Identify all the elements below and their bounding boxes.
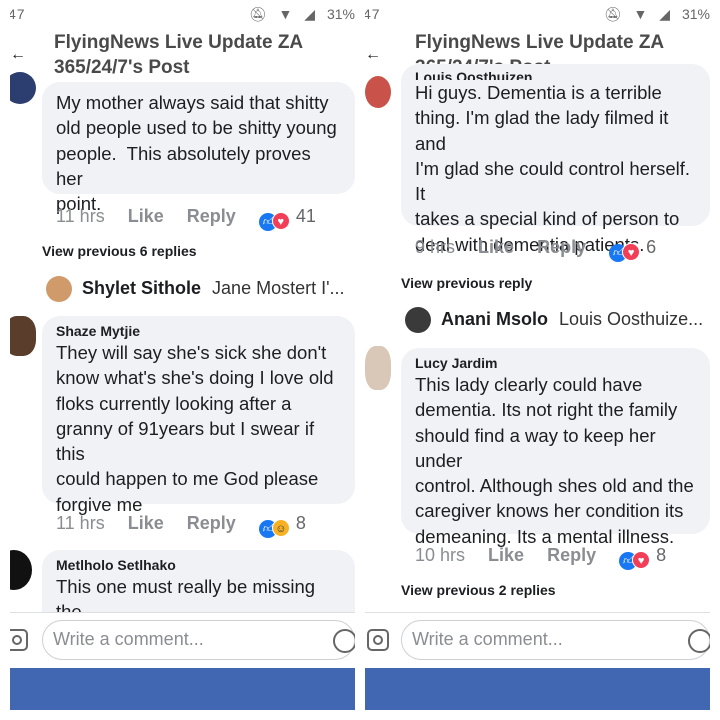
signal-icon: ◢ — [659, 6, 671, 22]
reactions[interactable]: 👍︎ ♥ 8 — [619, 545, 666, 570]
reply-button[interactable]: Reply — [547, 545, 596, 566]
back-button[interactable]: ← — [10, 46, 26, 64]
avatar[interactable] — [10, 550, 32, 590]
love-reaction-icon: ♥ — [632, 551, 651, 569]
status-time: 47 — [10, 6, 26, 22]
comment-bubble: Louis Oosthuizen Hi guys. Dementia is a … — [401, 64, 710, 255]
like-button[interactable]: Like — [478, 237, 514, 258]
title-line-1: FlyingNews Live Update ZA — [54, 32, 304, 53]
comment-text: My mother always said that shitty old pe… — [56, 92, 337, 215]
comment-composer: Write a comment... — [10, 613, 355, 668]
comment-text: They will say she's sick she don't know … — [56, 342, 334, 515]
avatar[interactable] — [365, 346, 391, 390]
page-title: FlyingNews Live Update ZA 365/24/7's Pos… — [54, 30, 303, 80]
love-reaction-icon: ♥ — [271, 212, 290, 230]
wifi-icon: ▼ — [633, 6, 648, 22]
comment-author[interactable]: Lucy Jardim — [415, 354, 696, 372]
like-button[interactable]: Like — [128, 206, 164, 227]
left-screenshot-panel: 47 🔕︎ ▼ ◢ 31% ← FlyingNews Live Update Z… — [10, 0, 355, 720]
battery-text: 31% — [681, 6, 710, 22]
comment-author[interactable]: Shaze Mytjie — [56, 322, 341, 340]
comment-time: 11 hrs — [56, 206, 105, 226]
post-header: ← FlyingNews Live Update ZA 365/24/7's P… — [10, 28, 355, 80]
comment-input[interactable]: Write a comment... — [42, 620, 355, 660]
haha-reaction-icon: ☺ — [271, 519, 290, 537]
comment-actions: 11 hrs Like Reply 👍︎ ☺ 8 — [56, 513, 312, 538]
reply-author: Anani Msolo Louis Oosthuize... — [441, 309, 703, 330]
view-previous-replies[interactable]: View previous 6 replies — [42, 243, 197, 259]
comment-time: 10 hrs — [415, 545, 466, 565]
comment-text: This lady clearly could have dementia. I… — [415, 374, 694, 547]
reaction-count: 41 — [295, 206, 316, 226]
title-line-2: 365/24/7's Post — [54, 57, 190, 78]
reaction-count: 8 — [295, 513, 306, 533]
comment-composer: Write a comment... — [365, 613, 710, 668]
comment-bubble: My mother always said that shitty old pe… — [42, 82, 355, 214]
camera-icon[interactable] — [10, 629, 28, 651]
reply-author: Shylet Sithole Jane Mostert I'... — [82, 278, 345, 299]
reaction-count: 8 — [656, 545, 667, 565]
reaction-count: 6 — [646, 237, 657, 257]
comment-author[interactable]: Metlholo Setlhako — [56, 556, 341, 574]
avatar[interactable] — [365, 76, 391, 108]
reactions[interactable]: 👍︎ ☺ 8 — [258, 513, 306, 538]
comment-time: 9 hrs — [415, 237, 456, 257]
reply-button[interactable]: Reply — [187, 513, 236, 534]
mute-icon: 🔕︎ — [603, 6, 622, 22]
status-bar: 47 🔕︎ ▼ ◢ 31% — [10, 0, 355, 30]
comment-author[interactable]: Louis Oosthuizen — [415, 68, 696, 80]
bottom-bar — [365, 668, 710, 710]
view-previous-replies[interactable]: View previous 2 replies — [401, 582, 556, 598]
status-time: 47 — [365, 6, 381, 22]
reactions[interactable]: 👍︎ ♥ 6 — [609, 237, 656, 262]
comment-bubble: Lucy Jardim This lady clearly could have… — [401, 348, 710, 547]
title-line-1: FlyingNews Live Update ZA — [415, 32, 665, 53]
status-bar: 47 🔕︎ ▼ ◢ 31% — [365, 0, 710, 30]
camera-icon[interactable] — [367, 629, 389, 651]
reply-button[interactable]: Reply — [537, 237, 586, 258]
comment-bubble: Shaze Mytjie They will say she's sick sh… — [42, 316, 355, 515]
bottom-bar — [10, 668, 355, 710]
comment-actions: 10 hrs Like Reply 👍︎ ♥ 8 — [415, 545, 672, 570]
emoji-icon[interactable] — [688, 629, 710, 653]
reply-preview-row[interactable]: Shylet Sithole Jane Mostert I'... — [46, 274, 355, 304]
comment-actions: 11 hrs Like Reply 👍︎ ♥ 41 — [56, 206, 322, 231]
avatar[interactable] — [10, 316, 36, 356]
reply-preview-text: Louis Oosthuize... — [559, 309, 704, 329]
mute-icon: 🔕︎ — [248, 6, 267, 22]
reply-author-name: Shylet Sithole — [82, 278, 202, 298]
comment-text: Hi guys. Dementia is a terrible thing. I… — [415, 82, 691, 255]
reply-author-name: Anani Msolo — [441, 309, 548, 329]
avatar — [405, 307, 431, 333]
back-button[interactable]: ← — [365, 46, 381, 64]
comment-actions: 9 hrs Like Reply 👍︎ ♥ 6 — [415, 237, 662, 262]
right-screenshot-panel: 47 🔕︎ ▼ ◢ 31% ← FlyingNews Live Update Z… — [365, 0, 710, 720]
avatar[interactable] — [10, 72, 36, 104]
emoji-icon[interactable] — [333, 629, 355, 653]
reply-preview-text: Jane Mostert I'... — [212, 278, 345, 298]
like-button[interactable]: Like — [128, 513, 164, 534]
reply-button[interactable]: Reply — [187, 206, 236, 227]
comment-time: 11 hrs — [56, 513, 105, 533]
reactions[interactable]: 👍︎ ♥ 41 — [258, 206, 316, 231]
status-right: 🔕︎ ▼ ◢ 31% — [604, 6, 710, 23]
like-button[interactable]: Like — [488, 545, 524, 566]
status-right: 🔕︎ ▼ ◢ 31% — [249, 6, 355, 23]
battery-text: 31% — [326, 6, 355, 22]
signal-icon: ◢ — [304, 6, 316, 22]
view-previous-replies[interactable]: View previous reply — [401, 275, 532, 291]
avatar — [46, 276, 72, 302]
comment-input[interactable]: Write a comment... — [401, 620, 710, 660]
reply-preview-row[interactable]: Anani Msolo Louis Oosthuize... — [405, 305, 710, 335]
wifi-icon: ▼ — [278, 6, 293, 22]
love-reaction-icon: ♥ — [622, 243, 641, 261]
